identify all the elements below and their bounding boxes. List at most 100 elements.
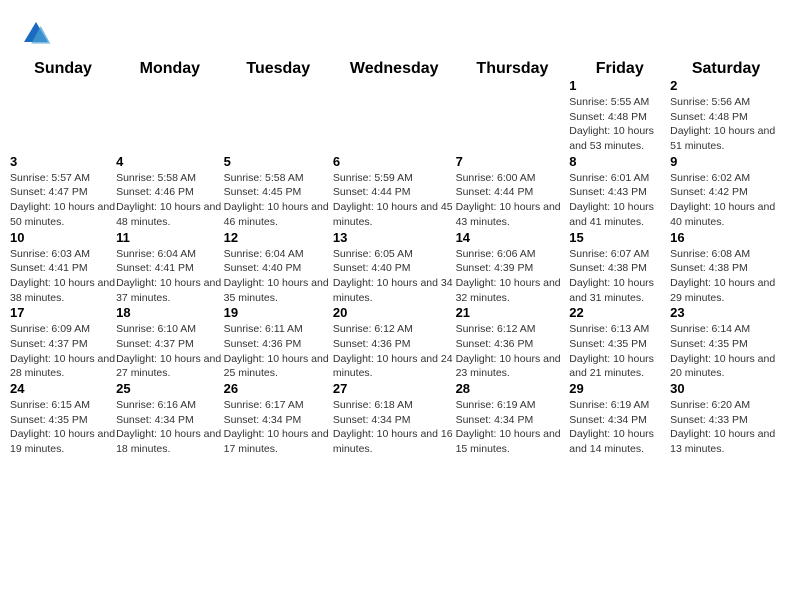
day-cell: 6Sunrise: 5:59 AM Sunset: 4:44 PM Daylig… <box>333 154 456 230</box>
day-number: 27 <box>333 381 456 396</box>
day-info: Sunrise: 5:58 AM Sunset: 4:46 PM Dayligh… <box>116 171 224 230</box>
day-cell: 18Sunrise: 6:10 AM Sunset: 4:37 PM Dayli… <box>116 305 224 381</box>
day-cell: 27 Sunrise: 6:18 AM Sunset: 4:34 PM Dayli… <box>333 381 456 457</box>
day-cell: 9 Sunrise: 6:02 AM Sunset: 4:42 PM Daylig… <box>670 154 782 230</box>
day-info: Sunrise: 6:12 AM Sunset: 4:36 PM Dayligh… <box>456 322 570 381</box>
day-number: 19 <box>224 305 333 320</box>
day-number: 4 <box>116 154 224 169</box>
day-number: 17 <box>10 305 116 320</box>
day-cell: 13 Sunrise: 6:05 AM Sunset: 4:40 PM Dayli… <box>333 230 456 306</box>
day-cell: 30 Sunrise: 6:20 AM Sunset: 4:33 PM Dayli… <box>670 381 782 457</box>
week-row-1: 3 Sunrise: 5:57 AM Sunset: 4:47 PM Daylig… <box>10 154 782 230</box>
day-info: Sunrise: 6:08 AM Sunset: 4:38 PM Dayligh… <box>670 247 782 306</box>
day-info: Sunrise: 6:14 AM Sunset: 4:35 PM Dayligh… <box>670 322 782 381</box>
day-number: 20 <box>333 305 456 320</box>
day-number: 21 <box>456 305 570 320</box>
day-number: 9 <box>670 154 782 169</box>
day-info: Sunrise: 5:58 AM Sunset: 4:45 PM Dayligh… <box>224 171 333 230</box>
col-header-friday: Friday <box>569 60 670 78</box>
day-number: 14 <box>456 230 570 245</box>
logo <box>20 18 56 50</box>
week-row-0: 1 Sunrise: 5:55 AM Sunset: 4:48 PM Daylig… <box>10 78 782 154</box>
day-info: Sunrise: 6:18 AM Sunset: 4:34 PM Dayligh… <box>333 398 456 457</box>
day-cell: 14 Sunrise: 6:06 AM Sunset: 4:39 PM Dayli… <box>456 230 570 306</box>
header <box>0 0 792 60</box>
col-header-monday: Monday <box>116 60 224 78</box>
day-info: Sunrise: 6:19 AM Sunset: 4:34 PM Dayligh… <box>569 398 670 457</box>
day-number: 10 <box>10 230 116 245</box>
day-number: 23 <box>670 305 782 320</box>
col-header-sunday: Sunday <box>10 60 116 78</box>
day-cell <box>10 78 116 154</box>
day-cell: 11 Sunrise: 6:04 AM Sunset: 4:41 PM Dayli… <box>116 230 224 306</box>
logo-icon <box>20 18 52 50</box>
day-cell: 25 Sunrise: 6:16 AM Sunset: 4:34 PM Dayli… <box>116 381 224 457</box>
day-number: 3 <box>10 154 116 169</box>
day-number: 1 <box>569 78 670 93</box>
day-number: 13 <box>333 230 456 245</box>
calendar-header-row: SundayMondayTuesdayWednesdayThursdayFrid… <box>10 60 782 78</box>
day-cell: 3 Sunrise: 5:57 AM Sunset: 4:47 PM Daylig… <box>10 154 116 230</box>
day-cell: 15Sunrise: 6:07 AM Sunset: 4:38 PM Dayli… <box>569 230 670 306</box>
day-cell <box>456 78 570 154</box>
day-info: Sunrise: 6:05 AM Sunset: 4:40 PM Dayligh… <box>333 247 456 306</box>
day-info: Sunrise: 6:10 AM Sunset: 4:37 PM Dayligh… <box>116 322 224 381</box>
week-row-3: 17Sunrise: 6:09 AM Sunset: 4:37 PM Dayli… <box>10 305 782 381</box>
day-info: Sunrise: 6:16 AM Sunset: 4:34 PM Dayligh… <box>116 398 224 457</box>
day-number: 29 <box>569 381 670 396</box>
day-number: 28 <box>456 381 570 396</box>
day-info: Sunrise: 6:02 AM Sunset: 4:42 PM Dayligh… <box>670 171 782 230</box>
day-cell: 20 Sunrise: 6:12 AM Sunset: 4:36 PM Dayli… <box>333 305 456 381</box>
day-cell: 21 Sunrise: 6:12 AM Sunset: 4:36 PM Dayli… <box>456 305 570 381</box>
day-number: 24 <box>10 381 116 396</box>
day-number: 2 <box>670 78 782 93</box>
day-info: Sunrise: 6:17 AM Sunset: 4:34 PM Dayligh… <box>224 398 333 457</box>
day-info: Sunrise: 6:01 AM Sunset: 4:43 PM Dayligh… <box>569 171 670 230</box>
day-number: 5 <box>224 154 333 169</box>
day-cell: 28Sunrise: 6:19 AM Sunset: 4:34 PM Dayli… <box>456 381 570 457</box>
day-number: 8 <box>569 154 670 169</box>
day-cell: 19 Sunrise: 6:11 AM Sunset: 4:36 PM Dayli… <box>224 305 333 381</box>
day-cell: 5 Sunrise: 5:58 AM Sunset: 4:45 PM Daylig… <box>224 154 333 230</box>
day-info: Sunrise: 6:11 AM Sunset: 4:36 PM Dayligh… <box>224 322 333 381</box>
day-cell: 29 Sunrise: 6:19 AM Sunset: 4:34 PM Dayli… <box>569 381 670 457</box>
day-cell: 23 Sunrise: 6:14 AM Sunset: 4:35 PM Dayli… <box>670 305 782 381</box>
day-cell <box>224 78 333 154</box>
day-info: Sunrise: 6:07 AM Sunset: 4:38 PM Dayligh… <box>569 247 670 306</box>
day-cell: 4 Sunrise: 5:58 AM Sunset: 4:46 PM Daylig… <box>116 154 224 230</box>
day-cell: 16 Sunrise: 6:08 AM Sunset: 4:38 PM Dayli… <box>670 230 782 306</box>
day-number: 11 <box>116 230 224 245</box>
calendar-table: SundayMondayTuesdayWednesdayThursdayFrid… <box>10 60 782 457</box>
day-cell <box>116 78 224 154</box>
day-info: Sunrise: 5:55 AM Sunset: 4:48 PM Dayligh… <box>569 95 670 154</box>
col-header-tuesday: Tuesday <box>224 60 333 78</box>
day-info: Sunrise: 6:12 AM Sunset: 4:36 PM Dayligh… <box>333 322 456 381</box>
day-cell: 2Sunrise: 5:56 AM Sunset: 4:48 PM Daylig… <box>670 78 782 154</box>
day-cell: 24 Sunrise: 6:15 AM Sunset: 4:35 PM Dayli… <box>10 381 116 457</box>
day-number: 25 <box>116 381 224 396</box>
col-header-thursday: Thursday <box>456 60 570 78</box>
calendar-wrapper: SundayMondayTuesdayWednesdayThursdayFrid… <box>0 60 792 467</box>
day-info: Sunrise: 6:06 AM Sunset: 4:39 PM Dayligh… <box>456 247 570 306</box>
day-number: 6 <box>333 154 456 169</box>
day-cell <box>333 78 456 154</box>
day-number: 16 <box>670 230 782 245</box>
col-header-wednesday: Wednesday <box>333 60 456 78</box>
day-number: 12 <box>224 230 333 245</box>
day-info: Sunrise: 5:57 AM Sunset: 4:47 PM Dayligh… <box>10 171 116 230</box>
day-cell: 26 Sunrise: 6:17 AM Sunset: 4:34 PM Dayli… <box>224 381 333 457</box>
day-info: Sunrise: 6:04 AM Sunset: 4:40 PM Dayligh… <box>224 247 333 306</box>
day-cell: 7Sunrise: 6:00 AM Sunset: 4:44 PM Daylig… <box>456 154 570 230</box>
day-info: Sunrise: 6:15 AM Sunset: 4:35 PM Dayligh… <box>10 398 116 457</box>
day-info: Sunrise: 6:03 AM Sunset: 4:41 PM Dayligh… <box>10 247 116 306</box>
col-header-saturday: Saturday <box>670 60 782 78</box>
day-number: 30 <box>670 381 782 396</box>
day-number: 26 <box>224 381 333 396</box>
day-cell: 10 Sunrise: 6:03 AM Sunset: 4:41 PM Dayli… <box>10 230 116 306</box>
day-info: Sunrise: 6:20 AM Sunset: 4:33 PM Dayligh… <box>670 398 782 457</box>
day-cell: 12 Sunrise: 6:04 AM Sunset: 4:40 PM Dayli… <box>224 230 333 306</box>
day-info: Sunrise: 6:04 AM Sunset: 4:41 PM Dayligh… <box>116 247 224 306</box>
day-cell: 17Sunrise: 6:09 AM Sunset: 4:37 PM Dayli… <box>10 305 116 381</box>
day-cell: 1 Sunrise: 5:55 AM Sunset: 4:48 PM Daylig… <box>569 78 670 154</box>
day-info: Sunrise: 6:13 AM Sunset: 4:35 PM Dayligh… <box>569 322 670 381</box>
